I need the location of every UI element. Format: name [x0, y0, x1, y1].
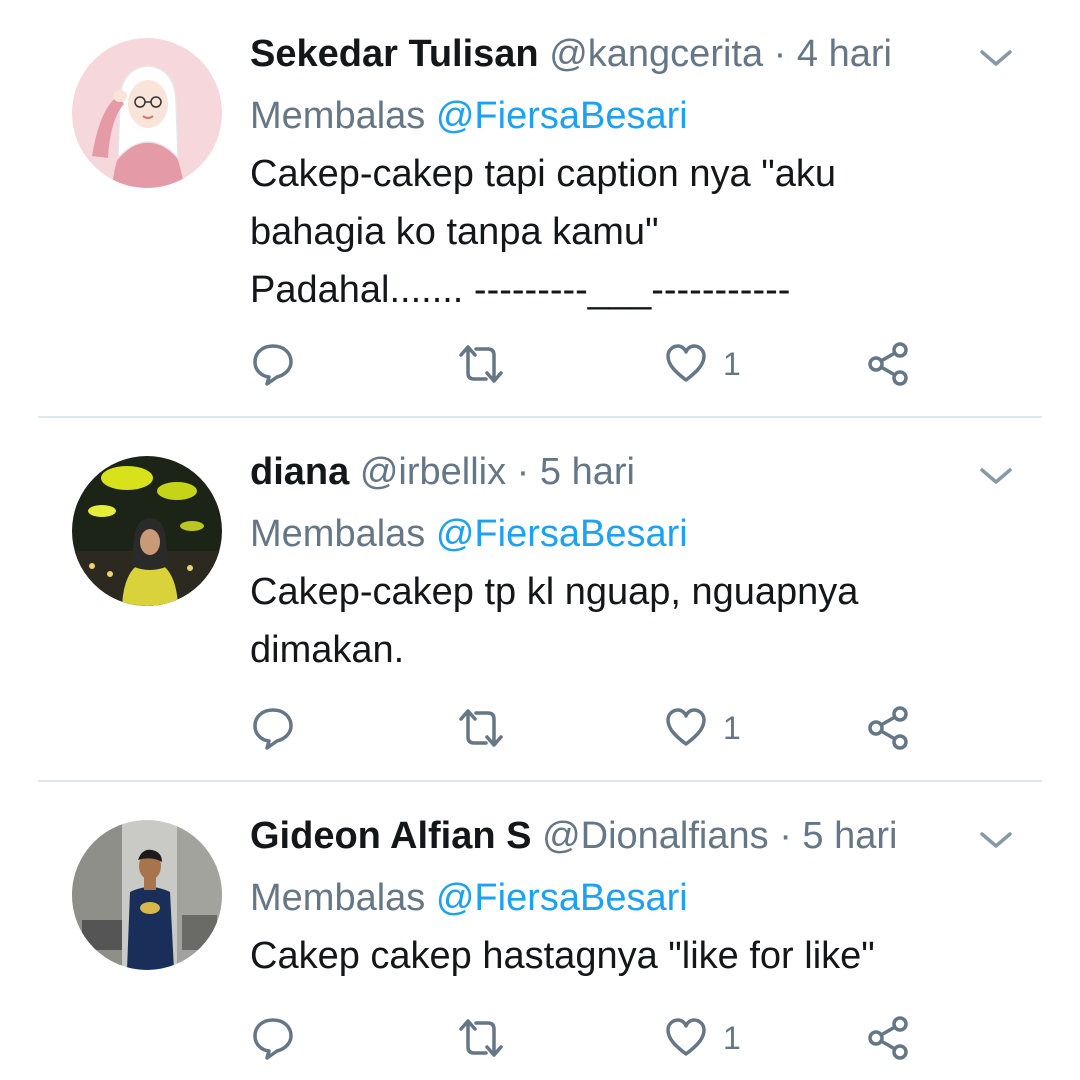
retweet-button[interactable] [455, 1008, 507, 1068]
avatar[interactable] [72, 820, 222, 970]
timestamp[interactable]: 4 hari [797, 33, 892, 75]
reply-mention[interactable]: @FiersaBesari [436, 513, 688, 555]
chevron-down-icon[interactable] [978, 46, 1014, 70]
action-bar: 1 [0, 334, 1080, 394]
reply-button[interactable] [250, 698, 296, 758]
tweet-text: Cakep cakep hastagnya "like for like" [250, 927, 1010, 985]
like-button[interactable]: 1 [665, 698, 741, 758]
tweet-text-line: dimakan. [250, 629, 405, 671]
share-icon [868, 342, 908, 386]
timestamp[interactable]: 5 hari [540, 451, 635, 493]
reply-icon [253, 1018, 293, 1060]
handle[interactable]: @irbellix [360, 451, 506, 493]
reply-prefix: Membalas [250, 95, 436, 137]
share-button[interactable] [866, 334, 912, 394]
heart-icon [666, 1018, 706, 1056]
like-count: 1 [723, 709, 741, 746]
reply-context: Membalas @FiersaBesari [250, 872, 688, 924]
divider [38, 780, 1042, 782]
tweet-text-line: Padahal....... ---------___----------- [250, 269, 791, 311]
tweet-header: Gideon Alfian S @Dionalfians · 5 hari [250, 810, 897, 862]
illustrated-hijab-girl-avatar [72, 38, 222, 188]
share-icon [868, 706, 908, 750]
reply-icon [253, 344, 293, 386]
retweet-icon [459, 345, 503, 383]
reply-context: Membalas @FiersaBesari [250, 90, 688, 142]
heart-icon [666, 708, 706, 746]
tweet-text-line: Cakep-cakep tapi caption nya "aku [250, 153, 836, 195]
handle[interactable]: @kangcerita [549, 33, 763, 75]
tweet-text-line: bahagia ko tanpa kamu" [250, 211, 659, 253]
handle[interactable]: @Dionalfians [542, 815, 769, 857]
like-count: 1 [723, 345, 741, 382]
avatar[interactable] [72, 38, 222, 188]
tweet-text: Cakep-cakep tp kl nguap, nguapnya dimaka… [250, 563, 1010, 679]
chevron-down-icon[interactable] [978, 828, 1014, 852]
share-icon [868, 1016, 908, 1060]
reply-button[interactable] [250, 1008, 296, 1068]
retweet-icon [459, 709, 503, 747]
share-button[interactable] [866, 1008, 912, 1068]
divider [38, 416, 1042, 418]
reply-mention[interactable]: @FiersaBesari [436, 877, 688, 919]
like-button[interactable]: 1 [665, 334, 741, 394]
tweet-header: diana @irbellix · 5 hari [250, 446, 635, 498]
reply-prefix: Membalas [250, 877, 436, 919]
reply-context: Membalas @FiersaBesari [250, 508, 688, 560]
tweet-text: Cakep-cakep tapi caption nya "aku bahagi… [250, 145, 1010, 319]
timestamp[interactable]: 5 hari [802, 815, 897, 857]
display-name[interactable]: Sekedar Tulisan [250, 33, 539, 75]
chevron-down-icon[interactable] [978, 464, 1014, 488]
action-bar: 1 [0, 1008, 1080, 1068]
separator: · [763, 33, 797, 75]
display-name[interactable]: diana [250, 451, 349, 493]
night-photo-avatar [72, 456, 222, 606]
reply-prefix: Membalas [250, 513, 436, 555]
display-name[interactable]: Gideon Alfian S [250, 815, 532, 857]
like-count: 1 [723, 1019, 741, 1056]
like-button[interactable]: 1 [665, 1008, 741, 1068]
man-photo-avatar [72, 820, 222, 970]
tweet-header: Sekedar Tulisan @kangcerita · 4 hari [250, 28, 892, 80]
separator: · [506, 451, 540, 493]
avatar[interactable] [72, 456, 222, 606]
tweet-text-line: Cakep-cakep tp kl nguap, nguapnya [250, 571, 859, 613]
retweet-icon [459, 1019, 503, 1057]
reply-icon [253, 708, 293, 750]
reply-mention[interactable]: @FiersaBesari [436, 95, 688, 137]
heart-icon [666, 344, 706, 382]
retweet-button[interactable] [455, 698, 507, 758]
separator: · [768, 815, 803, 857]
share-button[interactable] [866, 698, 912, 758]
tweet-text-line: Cakep cakep hastagnya "like for like" [250, 935, 875, 977]
retweet-button[interactable] [455, 334, 507, 394]
action-bar: 1 [0, 698, 1080, 758]
reply-button[interactable] [250, 334, 296, 394]
